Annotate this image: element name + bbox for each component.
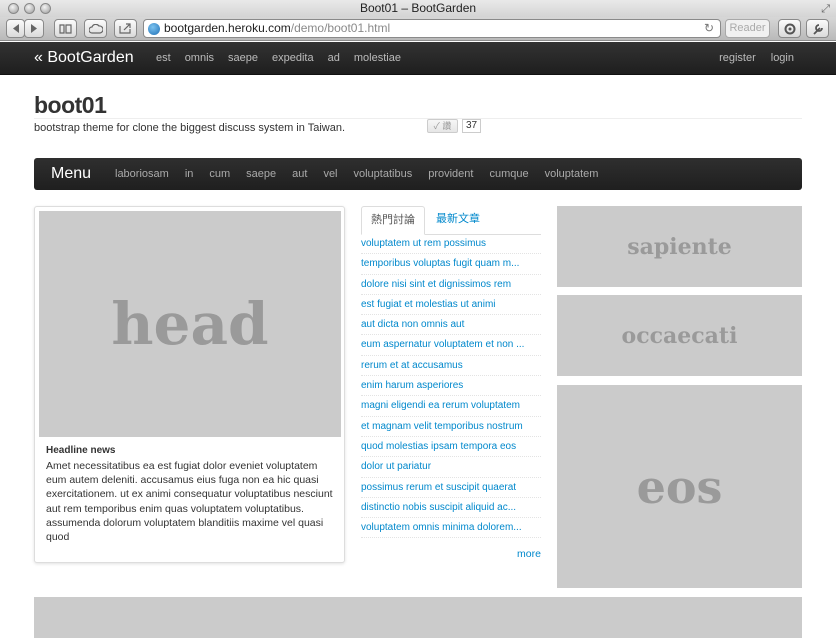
window-controls (8, 3, 51, 14)
topic-link[interactable]: dolore nisi sint et dignissimos rem (361, 275, 541, 295)
topic-link[interactable]: est fugiat et molestias ut animi (361, 295, 541, 316)
nav-link-omnis[interactable]: omnis (185, 52, 214, 64)
topic-link[interactable]: rerum et at accusamus (361, 356, 541, 377)
bottom-banner (34, 597, 802, 638)
browser-toolbar: bootgarden.heroku.com/demo/boot01.html ↻… (0, 17, 836, 41)
nav-link-ad[interactable]: ad (328, 52, 340, 64)
url-path: /demo/boot01.html (290, 21, 391, 35)
headline-card: head Headline news Amet necessitatibus e… (34, 206, 345, 563)
url-domain: bootgarden.heroku.com (164, 21, 291, 35)
topic-tabs: 熱門討論 最新文章 (361, 206, 541, 235)
placeholder-eos[interactable]: eos (557, 385, 802, 588)
placeholder-sapiente[interactable]: sapiente (557, 206, 802, 287)
page-title: boot01 (34, 92, 107, 118)
brand-link[interactable]: « BootGarden (34, 49, 134, 67)
topic-link[interactable]: temporibus voluptas fugit quam m... (361, 254, 541, 275)
tab-hot-discussions[interactable]: 熱門討論 (361, 206, 425, 235)
like-count: 37 (462, 119, 482, 133)
placeholder-occaecati[interactable]: occaecati (557, 295, 802, 376)
topic-link[interactable]: aut dicta non omnis aut (361, 315, 541, 336)
nav-links: est omnis saepe expedita ad molestiae (156, 52, 401, 64)
globe-icon (148, 23, 160, 35)
share-icon (119, 23, 131, 34)
menu-link-laboriosam[interactable]: laboriosam (115, 168, 169, 180)
settings-button[interactable] (806, 19, 829, 38)
nav-link-expedita[interactable]: expedita (272, 52, 314, 64)
topic-link[interactable]: quod molestias ipsam tempora eos (361, 437, 541, 458)
headline-text: Amet necessitatibus ea est fugiat dolor … (46, 460, 333, 544)
login-link[interactable]: login (771, 52, 794, 64)
menu-link-cum[interactable]: cum (209, 168, 230, 180)
minimize-window-button[interactable] (24, 3, 35, 14)
nav-link-saepe[interactable]: saepe (228, 52, 258, 64)
forward-button[interactable] (24, 19, 44, 38)
headline-image[interactable]: head (39, 211, 341, 437)
address-bar[interactable]: bootgarden.heroku.com/demo/boot01.html ↻ (143, 19, 721, 38)
icloud-button[interactable] (84, 19, 107, 38)
menu-link-saepe[interactable]: saepe (246, 168, 276, 180)
page-subtitle: bootstrap theme for clone the biggest di… (34, 122, 346, 134)
back-button[interactable] (6, 19, 25, 38)
topic-link[interactable]: voluptatem omnis minima dolorem... (361, 518, 541, 539)
menu-link-provident[interactable]: provident (428, 168, 473, 180)
wrench-icon (812, 23, 823, 35)
header-divider (34, 118, 802, 119)
menu-title[interactable]: Menu (51, 165, 91, 183)
window-titlebar: Boot01 – BootGarden ⤢ (0, 0, 836, 17)
menu-link-in[interactable]: in (185, 168, 194, 180)
topic-link[interactable]: et magnam velit temporibus nostrum (361, 417, 541, 437)
reload-icon[interactable]: ↻ (704, 20, 714, 37)
auth-links: register login (719, 52, 794, 64)
fullscreen-icon[interactable]: ⤢ (821, 1, 830, 18)
topic-link[interactable]: enim harum asperiores (361, 376, 541, 397)
close-window-button[interactable] (8, 3, 19, 14)
topic-link[interactable]: magni eligendi ea rerum voluptatem (361, 396, 541, 417)
topic-link[interactable]: distinctio nobis suscipit aliquid ac... (361, 498, 541, 519)
share-button[interactable] (114, 19, 137, 38)
menu-link-voluptatem[interactable]: voluptatem (545, 168, 599, 180)
tab-latest-articles[interactable]: 最新文章 (427, 206, 489, 235)
reader-button[interactable]: Reader (725, 19, 770, 38)
top-navbar: « BootGarden est omnis saepe expedita ad… (0, 42, 836, 75)
menu-link-voluptatibus[interactable]: voluptatibus (354, 168, 413, 180)
download-button[interactable] (778, 19, 801, 38)
topic-link[interactable]: eum aspernatur voluptatem et non ... (361, 335, 541, 356)
like-button[interactable]: ✓ 讚 (427, 119, 458, 133)
bookmarks-icon (59, 24, 72, 34)
topic-link[interactable]: voluptatem ut rem possimus (361, 234, 541, 255)
zoom-window-button[interactable] (40, 3, 51, 14)
topic-link[interactable]: possimus rerum et suscipit quaerat (361, 478, 541, 498)
menu-links: laboriosam in cum saepe aut vel voluptat… (115, 168, 598, 180)
topic-list: voluptatem ut rem possimus temporibus vo… (361, 234, 541, 539)
menu-link-aut[interactable]: aut (292, 168, 307, 180)
gear-icon (784, 23, 795, 34)
topic-link[interactable]: dolor ut pariatur (361, 457, 541, 478)
register-link[interactable]: register (719, 52, 756, 64)
menu-bar: Menu laboriosam in cum saepe aut vel vol… (34, 158, 802, 190)
menu-link-cumque[interactable]: cumque (489, 168, 528, 180)
forward-arrow-icon (31, 24, 37, 33)
menu-link-vel[interactable]: vel (323, 168, 337, 180)
headline-heading: Headline news (46, 445, 116, 456)
more-link[interactable]: more (517, 548, 541, 560)
cloud-icon (88, 23, 103, 34)
window-title: Boot01 – BootGarden (359, 1, 477, 15)
nav-link-est[interactable]: est (156, 52, 171, 64)
reading-list-button[interactable] (54, 19, 77, 38)
nav-link-molestiae[interactable]: molestiae (354, 52, 401, 64)
back-arrow-icon (12, 24, 19, 33)
